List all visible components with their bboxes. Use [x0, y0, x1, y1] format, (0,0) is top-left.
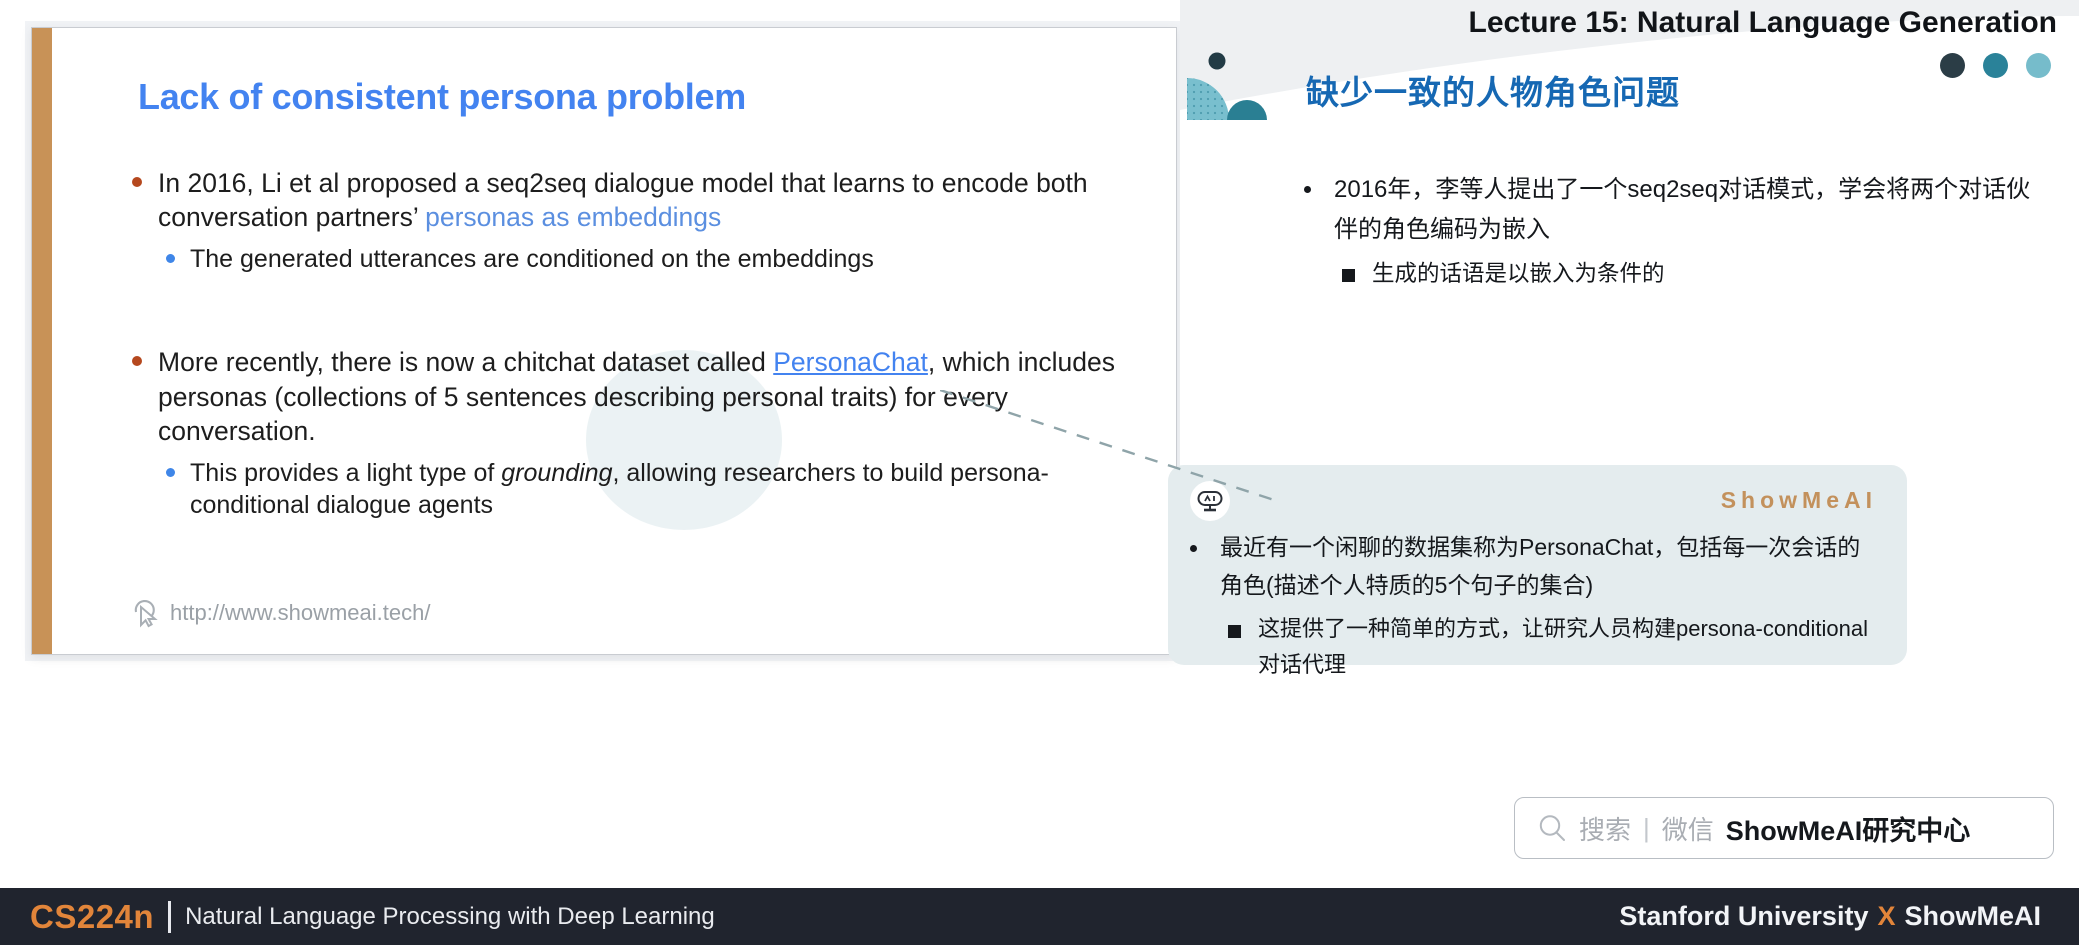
- wechat-search-pill[interactable]: 搜索 | 微信 ShowMeAI研究中心: [1514, 797, 2054, 859]
- watermark-url-text: http://www.showmeai.tech/: [170, 600, 431, 625]
- cn-sub-bullet-square-icon: [1228, 624, 1241, 638]
- card-bullet-text-1: 最近有一个闲聊的数据集称为PersonaChat，包括每一次会话的角色(描述个人…: [1220, 534, 1861, 598]
- header-dots-decoration: [1940, 53, 2051, 78]
- lecture-title: Lecture 15: Natural Language Generation: [1468, 6, 2057, 39]
- card-bullet-text-2: 这提供了一种简单的方式，让研究人员构建persona-conditional 对…: [1258, 615, 1869, 678]
- card-bullet-item-2: 这提供了一种简单的方式，让研究人员构建persona-conditional 对…: [1214, 611, 1883, 684]
- footer-bar: CS224n Natural Language Processing with …: [0, 888, 2079, 945]
- footer-divider: [168, 900, 172, 933]
- bullet-text-2: The generated utterances are conditioned…: [190, 244, 874, 273]
- bullet-text-1-part-2: personas as embeddings: [425, 202, 722, 233]
- course-code: CS224n: [30, 897, 155, 935]
- quarter-circle-deco-icon: [1187, 52, 1267, 120]
- dot-teal-icon: [1983, 53, 2008, 78]
- bullet-dot-icon: [132, 356, 142, 367]
- footer-left: CS224n Natural Language Processing with …: [30, 888, 715, 945]
- card-bullet-item-1: 最近有一个闲聊的数据集称为PersonaChat，包括每一次会话的角色(描述个人…: [1178, 529, 1883, 605]
- search-placeholder: 搜索: [1579, 814, 1632, 845]
- cn-bullet-item-1: 2016年，李等人提出了一个seq2seq对话模式，学会将两个对话伙伴的角色编码…: [1292, 170, 2052, 249]
- cn-bullet-text-2: 生成的话语是以嵌入为条件的: [1372, 261, 1665, 287]
- slide-stage: Lack of consistent persona problem In 20…: [0, 0, 2079, 945]
- footer-right: Stanford University X ShowMeAI: [1619, 888, 2041, 945]
- bullet-dot-icon: [132, 177, 142, 187]
- search-icon: [1539, 815, 1565, 841]
- bullet-text-4-emphasis: grounding: [501, 458, 613, 487]
- bullet-text-3-part-1: More recently, there is now a chitchat d…: [158, 347, 774, 378]
- slide-accent-bar: [32, 28, 52, 654]
- connector-dashed-line: [940, 390, 1280, 504]
- cn-page-title: 缺少一致的人物角色问题: [1306, 74, 1680, 111]
- bullet-item-2: The generated utterances are conditioned…: [156, 243, 1134, 276]
- cn-bullet-dot-icon: [1304, 186, 1311, 193]
- footer-org-left: Stanford University: [1619, 901, 1869, 931]
- dot-light-icon: [2026, 53, 2051, 78]
- english-slide-card: Lack of consistent persona problem In 20…: [31, 27, 1177, 655]
- bullet-spacer: [124, 275, 1134, 327]
- search-account-name: ShowMeAI研究中心: [1725, 815, 1971, 846]
- sub-bullet-dot-icon: [166, 467, 175, 477]
- watermark-url: http://www.showmeai.tech/: [132, 598, 430, 628]
- translation-bullet-list: 2016年，李等人提出了一个seq2seq对话模式，学会将两个对话伙伴的角色编码…: [1292, 170, 2052, 292]
- bullet-item-1: In 2016, Li et al proposed a seq2seq dia…: [124, 166, 1134, 235]
- page-title: Lack of consistent persona problem: [138, 76, 746, 117]
- translation-card-bullets: 最近有一个闲聊的数据集称为PersonaChat，包括每一次会话的角色(描述个人…: [1178, 529, 1883, 683]
- personachat-link[interactable]: PersonaChat: [773, 347, 928, 377]
- dot-dark-icon: [1940, 53, 1965, 78]
- search-channel: 微信: [1661, 814, 1714, 845]
- bullet-text-4-part-1: This provides a light type of: [190, 458, 502, 487]
- cursor-arrow-icon: [134, 600, 158, 628]
- cn-bullet-dot-icon: [1190, 545, 1197, 552]
- search-separator: |: [1643, 812, 1650, 843]
- showmeai-brand-mark: ShowMeAI: [1720, 487, 1877, 513]
- sub-bullet-dot-icon: [166, 253, 175, 263]
- cn-bullet-item-2: 生成的话语是以嵌入为条件的: [1328, 255, 2052, 292]
- translation-panel: Lecture 15: Natural Language Generation: [1180, 0, 2079, 888]
- footer-org-x: X: [1877, 901, 1896, 931]
- course-name: Natural Language Processing with Deep Le…: [185, 902, 715, 930]
- cn-sub-bullet-square-icon: [1342, 269, 1355, 283]
- cn-bullet-text-1: 2016年，李等人提出了一个seq2seq对话模式，学会将两个对话伙伴的角色编码…: [1334, 176, 2031, 243]
- footer-org-right: ShowMeAI: [1904, 901, 2041, 931]
